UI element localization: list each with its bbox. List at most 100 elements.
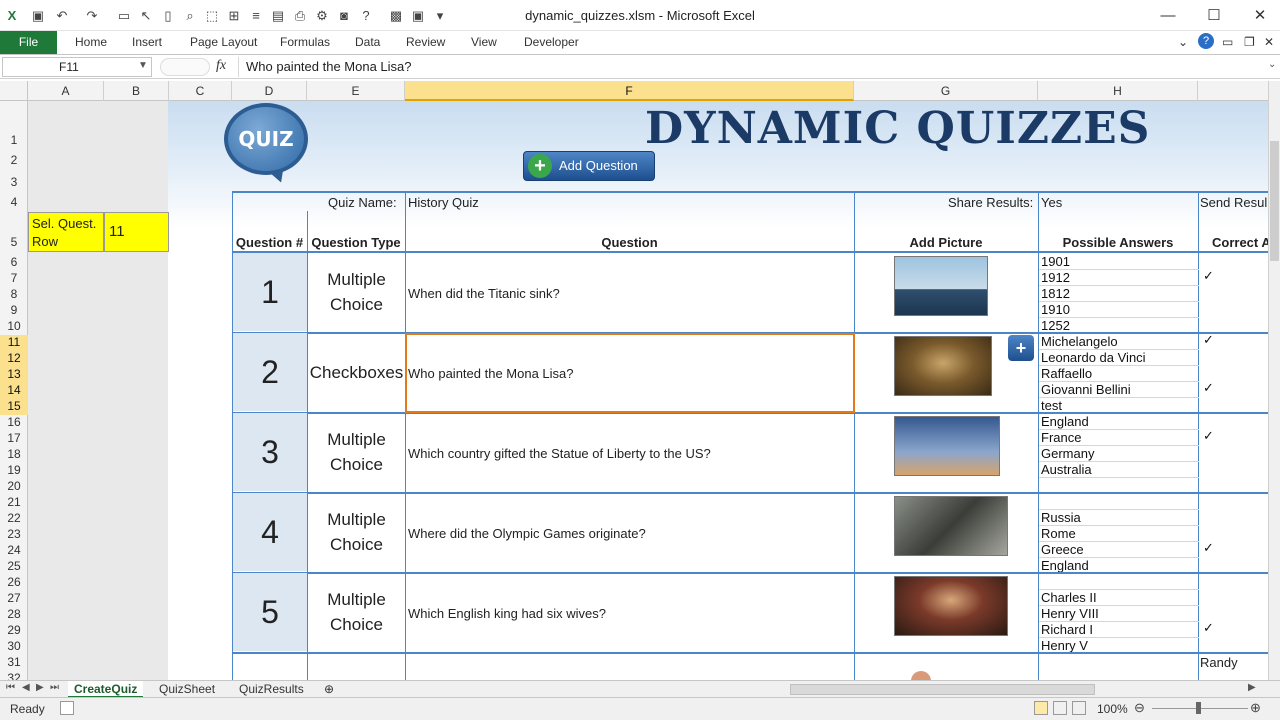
row-header-31[interactable]: 31: [0, 655, 28, 671]
row-header-26[interactable]: 26: [0, 575, 28, 591]
row-header-5[interactable]: 5: [0, 235, 28, 251]
row-header-28[interactable]: 28: [0, 607, 28, 623]
maximize-icon[interactable]: ☐: [1199, 6, 1229, 26]
vertical-scroll-thumb[interactable]: [1270, 141, 1279, 261]
vertical-scrollbar[interactable]: [1268, 81, 1280, 680]
question-type[interactable]: Multiple Choice: [308, 587, 405, 637]
ribbon-collapse-icon[interactable]: ⌄: [1178, 35, 1188, 49]
column-header-h[interactable]: H: [1038, 81, 1198, 101]
mona-lisa-picture[interactable]: [894, 336, 992, 396]
row-header-23[interactable]: 23: [0, 527, 28, 543]
extra-cell-value[interactable]: Randy: [1200, 655, 1238, 670]
tab-home[interactable]: Home: [75, 35, 107, 49]
close-icon[interactable]: ✕: [1245, 6, 1275, 26]
row-header-2[interactable]: 2: [0, 153, 28, 169]
select-all-corner[interactable]: [0, 81, 28, 101]
row-header-30[interactable]: 30: [0, 639, 28, 655]
olympic-games-picture[interactable]: [894, 496, 1008, 556]
workbook-restore-icon[interactable]: ❐: [1244, 35, 1255, 49]
answer-option[interactable]: France: [1039, 430, 1199, 446]
tab-view[interactable]: View: [471, 35, 497, 49]
row-header-18[interactable]: 18: [0, 447, 28, 463]
prev-sheet-icon[interactable]: ◀: [22, 682, 30, 693]
answer-option[interactable]: Henry VIII: [1039, 606, 1199, 622]
row-header-4[interactable]: 4: [0, 195, 28, 211]
insert-function-icon[interactable]: fx: [216, 58, 226, 74]
row-header-6[interactable]: 6: [0, 255, 28, 271]
answer-option[interactable]: [1039, 574, 1199, 590]
question-text[interactable]: Where did the Olympic Games originate?: [408, 526, 848, 541]
page-layout-view-icon[interactable]: [1053, 701, 1067, 715]
answer-option[interactable]: Michelangelo: [1039, 334, 1199, 350]
row-header-12[interactable]: 12: [0, 351, 28, 367]
new-sheet-icon[interactable]: ⊕: [318, 681, 340, 698]
column-header-f[interactable]: F: [405, 81, 854, 101]
add-question-button[interactable]: + Add Question: [523, 151, 655, 181]
row-header-29[interactable]: 29: [0, 623, 28, 639]
henry-viii-picture[interactable]: [894, 576, 1008, 636]
tab-developer[interactable]: Developer: [524, 35, 579, 49]
answer-option[interactable]: 1910: [1039, 302, 1199, 318]
answer-option[interactable]: 1901: [1039, 254, 1199, 270]
normal-view-icon[interactable]: [1034, 701, 1048, 715]
question-number[interactable]: 3: [233, 413, 307, 491]
answer-option[interactable]: Richard I: [1039, 622, 1199, 638]
tab-review[interactable]: Review: [406, 35, 445, 49]
row-header-8[interactable]: 8: [0, 287, 28, 303]
last-sheet-icon[interactable]: ⏭: [50, 682, 59, 693]
row-header-25[interactable]: 25: [0, 559, 28, 575]
name-box-dropdown-icon[interactable]: ▼: [138, 60, 148, 71]
row-header-24[interactable]: 24: [0, 543, 28, 559]
row-header-15[interactable]: 15: [0, 399, 28, 415]
next-sheet-icon[interactable]: ▶: [36, 682, 44, 693]
question-text[interactable]: When did the Titanic sink?: [408, 286, 848, 301]
question-type[interactable]: Checkboxes: [308, 360, 405, 385]
question-type[interactable]: Multiple Choice: [308, 507, 405, 557]
answer-option[interactable]: 1812: [1039, 286, 1199, 302]
question-type[interactable]: Multiple Choice: [308, 267, 405, 317]
file-tab[interactable]: File: [0, 31, 57, 54]
correct-check-icon[interactable]: ✓: [1203, 268, 1214, 284]
row-header-9[interactable]: 9: [0, 303, 28, 319]
name-box[interactable]: F11: [2, 57, 152, 77]
row-header-20[interactable]: 20: [0, 479, 28, 495]
answer-option[interactable]: Leonardo da Vinci: [1039, 350, 1199, 366]
selected-question-row-value[interactable]: 11: [104, 212, 169, 252]
quiz-name-value[interactable]: History Quiz: [408, 195, 479, 210]
expand-formula-icon[interactable]: ⌄: [1268, 59, 1276, 70]
sheet-tab-quizresults[interactable]: QuizResults: [233, 681, 310, 698]
sheet-tab-createquiz[interactable]: CreateQuiz: [68, 681, 144, 698]
question-text[interactable]: Which country gifted the Statue of Liber…: [408, 446, 848, 461]
question-text[interactable]: Which English king had six wives?: [408, 606, 848, 621]
row-header-16[interactable]: 16: [0, 415, 28, 431]
correct-check-icon[interactable]: ✓: [1203, 428, 1214, 444]
horizontal-scrollbar[interactable]: [790, 684, 1095, 695]
row-header-27[interactable]: 27: [0, 591, 28, 607]
correct-check-icon[interactable]: ✓: [1203, 620, 1214, 636]
correct-check-icon[interactable]: ✓: [1203, 540, 1214, 556]
tab-formulas[interactable]: Formulas: [280, 35, 330, 49]
tab-data[interactable]: Data: [355, 35, 380, 49]
page-break-view-icon[interactable]: [1072, 701, 1086, 715]
correct-check-icon[interactable]: ✓: [1203, 332, 1214, 348]
minimize-icon[interactable]: —: [1153, 6, 1183, 26]
tab-page-layout[interactable]: Page Layout: [190, 35, 257, 49]
answer-option[interactable]: Giovanni Bellini: [1039, 382, 1199, 398]
answer-option[interactable]: Germany: [1039, 446, 1199, 462]
row-header-14[interactable]: 14: [0, 383, 28, 399]
row-header-17[interactable]: 17: [0, 431, 28, 447]
row-header-10[interactable]: 10: [0, 319, 28, 335]
statue-of-liberty-picture[interactable]: [894, 416, 1000, 476]
question-number[interactable]: 5: [233, 573, 307, 651]
answer-option[interactable]: Russia: [1039, 510, 1199, 526]
help-circle-icon[interactable]: ?: [1198, 33, 1214, 49]
column-header-g[interactable]: G: [854, 81, 1038, 101]
answer-option[interactable]: Charles II: [1039, 590, 1199, 606]
zoom-in-icon[interactable]: ⊕: [1250, 700, 1261, 716]
row-header-3[interactable]: 3: [0, 175, 28, 191]
share-results-value[interactable]: Yes: [1041, 195, 1062, 210]
row-header-22[interactable]: 22: [0, 511, 28, 527]
scroll-right-icon[interactable]: ▶: [1248, 682, 1256, 693]
answer-option[interactable]: England: [1039, 414, 1199, 430]
row-header-21[interactable]: 21: [0, 495, 28, 511]
